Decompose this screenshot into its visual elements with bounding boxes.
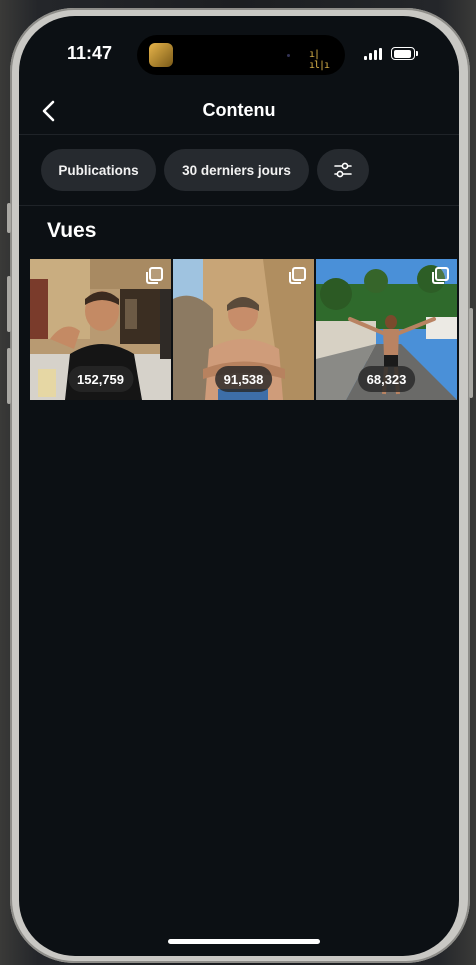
carousel-icon [289, 267, 306, 284]
filter-settings-button[interactable] [317, 149, 369, 191]
filter-chip-label: 30 derniers jours [182, 162, 291, 178]
cellular-signal-icon [364, 48, 382, 60]
home-indicator[interactable] [168, 939, 320, 944]
camera-dot [287, 54, 290, 57]
battery-tip [416, 51, 418, 56]
filter-chip-date-range[interactable]: 30 derniers jours [164, 149, 309, 191]
filter-chip-label: Publications [58, 162, 139, 178]
views-count-badge: 68,323 [357, 366, 416, 392]
phone-screen: 11:47 ı|ıl|ı Contenu Publications 30 der… [19, 16, 459, 956]
live-activity-app-icon [149, 43, 173, 67]
post-tile[interactable]: 68,323 [316, 259, 457, 400]
header-divider [19, 134, 459, 135]
status-time: 11:47 [67, 43, 113, 63]
page-title: Contenu [202, 100, 276, 120]
mute-switch [7, 203, 11, 233]
views-count-badge: 152,759 [68, 366, 133, 392]
audio-waveform-icon: ı|ıl|ı [309, 49, 330, 71]
volume-up-button [7, 276, 11, 332]
carousel-icon [432, 267, 449, 284]
carousel-icon [146, 267, 163, 284]
volume-down-button [7, 348, 11, 404]
post-tile[interactable]: 91,538 [173, 259, 314, 400]
filter-chip-publications[interactable]: Publications [41, 149, 156, 191]
post-tile[interactable]: 152,759 [30, 259, 171, 400]
battery-icon [391, 47, 415, 60]
views-count-badge: 91,538 [214, 366, 273, 392]
filters-divider [19, 205, 459, 206]
section-title-views: Vues [47, 219, 97, 242]
sliders-icon [334, 162, 352, 178]
dynamic-island: ı|ıl|ı [137, 35, 345, 75]
power-button [469, 308, 473, 398]
